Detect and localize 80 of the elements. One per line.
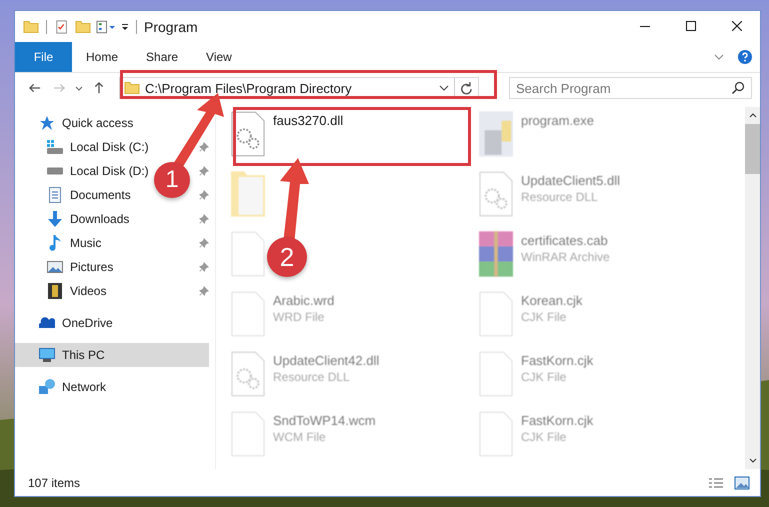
pin-icon[interactable] <box>199 166 209 176</box>
scroll-thumb[interactable] <box>745 124 760 174</box>
file-name: Arabic.wrd <box>273 293 334 308</box>
folder-icon <box>124 81 140 95</box>
sidebar-item[interactable]: Videos <box>70 284 106 298</box>
up-icon[interactable] <box>93 82 105 94</box>
file-type: Resource DLL <box>521 190 599 204</box>
checklist-icon[interactable] <box>54 20 70 34</box>
sidebar-item[interactable]: Quick access <box>15 111 142 135</box>
chevron-down-icon[interactable] <box>75 86 83 90</box>
sidebar-item[interactable]: Music <box>70 236 102 250</box>
file-name: UpdateClient5.dll <box>521 173 620 188</box>
star-icon <box>39 115 55 131</box>
forward-icon[interactable] <box>53 82 65 94</box>
refresh-icon[interactable] <box>460 81 474 95</box>
pin-icon[interactable] <box>199 142 209 152</box>
back-icon[interactable] <box>29 82 41 94</box>
music-note-icon <box>47 235 63 251</box>
pin-icon[interactable] <box>199 286 209 296</box>
window-title: Program <box>144 18 198 34</box>
download-icon <box>47 211 63 227</box>
ribbon-tab[interactable]: Share <box>132 42 192 72</box>
maximize-icon[interactable] <box>686 21 696 31</box>
file-tab[interactable]: File <box>15 42 72 72</box>
file-name: UpdateClient42.dll <box>273 353 380 368</box>
sidebar-item[interactable]: Downloads <box>70 212 130 226</box>
sidebar-item[interactable]: Pictures <box>70 260 114 274</box>
properties-icon[interactable] <box>96 20 116 34</box>
scrollbar[interactable] <box>745 107 760 469</box>
monitor-icon <box>39 347 55 363</box>
close-icon[interactable] <box>732 21 742 31</box>
search-field[interactable]: Search Program <box>509 77 752 99</box>
file-name: certificates.cab <box>521 233 609 248</box>
sidebar-item[interactable]: Local Disk (C:) <box>70 140 149 154</box>
gear-file-icon[interactable] <box>231 111 265 157</box>
cloud-icon <box>39 315 55 331</box>
file-name: SndToWP14.wcm <box>273 413 376 428</box>
file-name: program.exe <box>521 113 594 128</box>
scroll-down-icon[interactable] <box>748 458 756 463</box>
file-type: WinRAR Archive <box>521 250 610 264</box>
picture-icon <box>47 259 63 275</box>
pin-icon[interactable] <box>199 262 209 272</box>
ribbon-tab[interactable]: Home <box>72 42 132 72</box>
chevron-down-icon[interactable] <box>439 85 449 91</box>
file-type: WRD File <box>273 310 326 324</box>
address-path: C:\Program Files\Program Directory <box>145 80 353 96</box>
folder-icon[interactable] <box>75 20 91 34</box>
address-bar[interactable]: C:\Program Files\Program Directory <box>119 77 479 99</box>
file-name: FastKorn.cjk <box>521 353 594 368</box>
item-count: 107 items <box>28 476 80 490</box>
file-type: Resource DLL <box>273 370 351 384</box>
sidebar-item[interactable]: OneDrive <box>15 311 121 335</box>
details-view-icon[interactable] <box>708 476 724 490</box>
file-name: FastKorn.cjk <box>521 413 594 428</box>
file-type: WCM File <box>273 430 327 444</box>
file-name: faus3270.dll <box>273 113 344 128</box>
search-icon[interactable] <box>731 81 745 95</box>
pin-icon[interactable] <box>199 238 209 248</box>
file-name: Korean.cjk <box>521 293 582 308</box>
file-type: CJK File <box>521 310 568 324</box>
file-type: CJK File <box>521 430 568 444</box>
pin-icon[interactable] <box>199 190 209 200</box>
sidebar-item[interactable]: Documents <box>70 188 131 202</box>
sidebar-item[interactable]: Network <box>15 375 114 399</box>
drive-icon <box>47 139 63 155</box>
folder-icon[interactable] <box>23 20 39 34</box>
sidebar-item[interactable]: This PC <box>15 343 209 367</box>
film-icon <box>47 283 63 299</box>
dropdown-icon[interactable] <box>121 22 129 30</box>
document-icon <box>47 187 63 203</box>
program-icon[interactable] <box>479 111 513 157</box>
scroll-up-icon[interactable] <box>748 113 756 118</box>
ribbon-tab[interactable]: View <box>192 42 246 72</box>
file-type: CJK File <box>521 370 568 384</box>
archive-icon[interactable] <box>479 231 513 277</box>
pin-icon[interactable] <box>199 214 209 224</box>
network-icon <box>39 379 55 395</box>
large-icons-view-icon[interactable] <box>734 476 750 490</box>
sidebar-item[interactable]: Local Disk (D:) <box>70 164 149 178</box>
help-icon[interactable] <box>738 50 752 64</box>
